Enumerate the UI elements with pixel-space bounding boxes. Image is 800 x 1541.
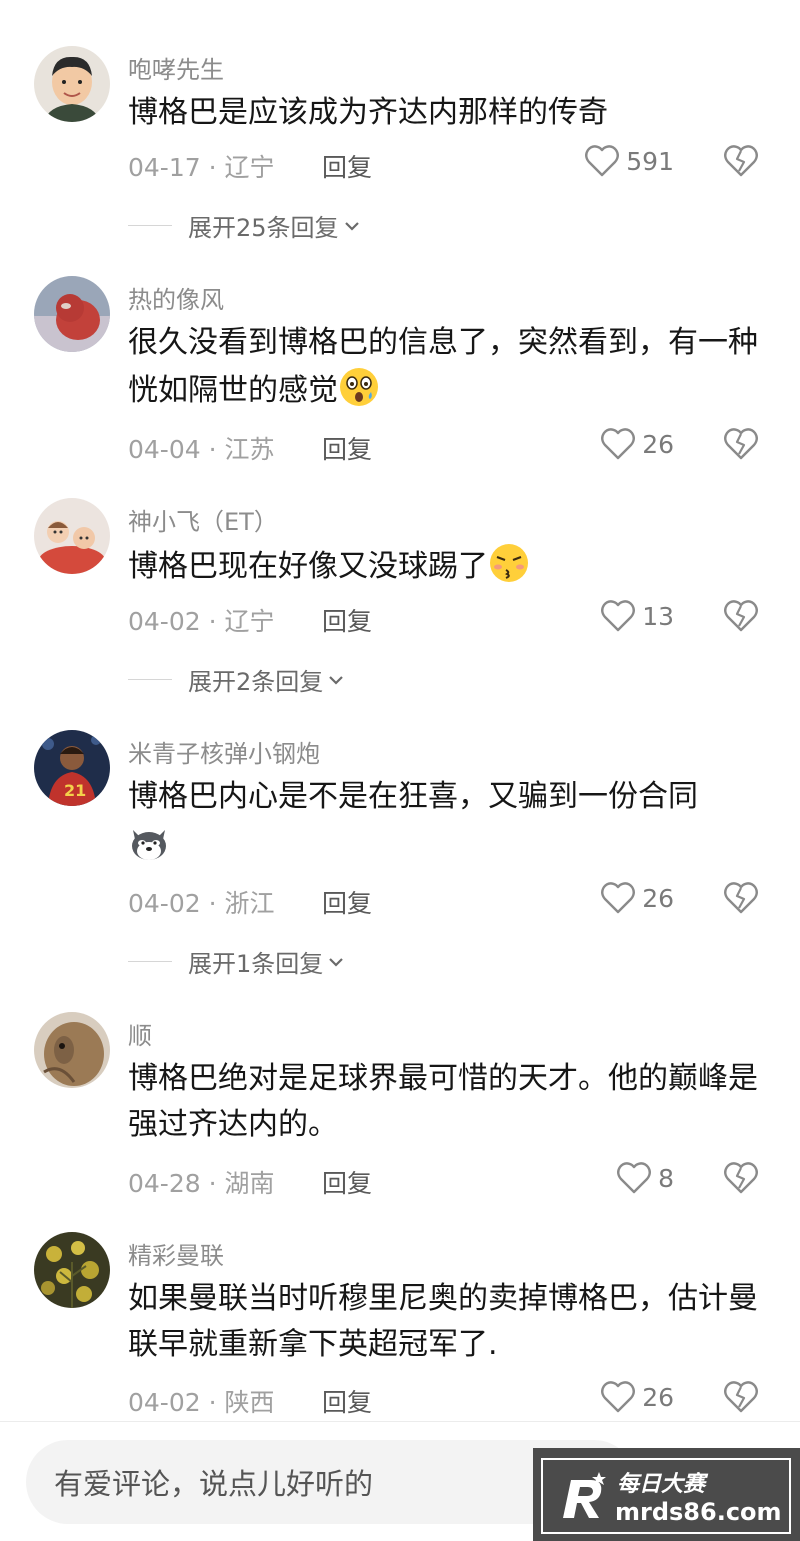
like-count: 591: [626, 146, 674, 176]
expand-replies-button[interactable]: 展开1条回复: [128, 944, 347, 979]
heart-outline-icon: [600, 881, 636, 915]
comment-username[interactable]: 咆哮先生: [128, 50, 224, 85]
comment-date: 04-02: [128, 889, 201, 918]
expand-replies-label: 展开1条回复: [188, 950, 324, 978]
avatar[interactable]: [34, 276, 110, 352]
reply-button[interactable]: 回复: [322, 1164, 372, 1200]
comment-meta: 04-17 · 辽宁: [128, 153, 275, 182]
comment-text-content: 博格巴内心是不是在狂喜，又骗到一份合同: [128, 779, 698, 814]
comment-region: 浙江: [224, 889, 275, 918]
broken-heart-icon[interactable]: [722, 1161, 760, 1195]
watermark-brand: 每日大赛: [617, 1472, 706, 1497]
reply-button[interactable]: 回复: [322, 1383, 372, 1419]
comment-text: 很久没看到博格巴的信息了，突然看到，有一种恍如隔世的感觉: [128, 320, 768, 414]
divider-line: [128, 225, 172, 226]
comment-text-content: 博格巴绝对是足球界最可惜的天才。他的巅峰是强过齐达内的。: [128, 1061, 758, 1142]
like-button[interactable]: 26: [600, 1380, 674, 1414]
heart-outline-icon: [584, 144, 620, 178]
broken-heart-icon[interactable]: [722, 1380, 760, 1414]
chevron-down-icon: [339, 215, 363, 237]
broken-heart-icon[interactable]: [722, 427, 760, 461]
expand-replies-label: 展开25条回复: [188, 214, 339, 242]
watermark-url: mrds86.com: [615, 1498, 782, 1526]
comment-input-placeholder: 有爱评论，说点儿好听的: [54, 1467, 374, 1501]
comment-text: 博格巴是应该成为齐达内那样的传奇: [128, 90, 768, 136]
divider-line: [128, 961, 172, 962]
comment-text: 博格巴绝对是足球界最可惜的天才。他的巅峰是强过齐达内的。: [128, 1056, 768, 1148]
astonished-tear-emoji-icon: [338, 366, 380, 408]
comment-date: 04-02: [128, 1388, 201, 1417]
heart-outline-icon: [616, 1161, 652, 1195]
comment-meta: 04-28 · 湖南: [128, 1169, 275, 1198]
comment-meta: 04-04 · 江苏: [128, 435, 275, 464]
like-count: 26: [642, 1382, 674, 1412]
watermark: 每日大赛 mrds86.com: [533, 1448, 800, 1541]
comment-meta: 04-02 · 浙江: [128, 889, 275, 918]
comment-region: 辽宁: [224, 607, 275, 636]
avatar[interactable]: [34, 1232, 110, 1308]
avatar[interactable]: [34, 46, 110, 122]
comment-username[interactable]: 热的像风: [128, 280, 224, 315]
avatar[interactable]: [34, 498, 110, 574]
comment-username[interactable]: 米青子核弹小钢炮: [128, 734, 320, 769]
heart-outline-icon: [600, 427, 636, 461]
broken-heart-icon[interactable]: [722, 599, 760, 633]
kissing-blush-emoji-icon: [488, 542, 530, 584]
comment-text: 博格巴现在好像又没球踢了: [128, 542, 768, 590]
comment-date: 04-17: [128, 153, 201, 182]
chevron-down-icon: [323, 951, 347, 973]
comment-region: 陕西: [224, 1388, 275, 1417]
comment-date: 04-02: [128, 607, 201, 636]
avatar[interactable]: [34, 1012, 110, 1088]
comment-region: 江苏: [224, 435, 275, 464]
like-button[interactable]: 26: [600, 427, 674, 461]
divider-line: [128, 679, 172, 680]
heart-outline-icon: [600, 599, 636, 633]
broken-heart-icon[interactable]: [722, 881, 760, 915]
comment-region: 湖南: [224, 1169, 275, 1198]
husky-dog-emoji-icon: [128, 822, 170, 864]
comment-date: 04-28: [128, 1169, 201, 1198]
like-button[interactable]: 8: [616, 1161, 674, 1195]
comment-text-content: 博格巴现在好像又没球踢了: [128, 549, 488, 584]
comment-username[interactable]: 神小飞（ET）: [128, 502, 278, 537]
comment-meta: 04-02 · 陕西: [128, 1388, 275, 1417]
comment-username[interactable]: 精彩曼联: [128, 1236, 224, 1271]
like-count: 26: [642, 429, 674, 459]
comment-text: 博格巴内心是不是在狂喜，又骗到一份合同: [128, 774, 768, 864]
reply-button[interactable]: 回复: [322, 430, 372, 466]
svg-text:21: 21: [64, 781, 86, 800]
comment-text-content: 很久没看到博格巴的信息了，突然看到，有一种恍如隔世的感觉: [128, 325, 758, 408]
like-count: 26: [642, 883, 674, 913]
like-button[interactable]: 591: [584, 144, 674, 178]
reply-button[interactable]: 回复: [322, 884, 372, 920]
watermark-frame: 每日大赛 mrds86.com: [541, 1458, 791, 1534]
expand-replies-label: 展开2条回复: [188, 668, 324, 696]
comment-date: 04-04: [128, 435, 201, 464]
avatar[interactable]: 21: [34, 730, 110, 806]
like-count: 8: [658, 1163, 674, 1193]
comment-username[interactable]: 顺: [128, 1016, 152, 1051]
comment-text-content: 如果曼联当时听穆里尼奥的卖掉博格巴，估计曼联早就重新拿下英超冠军了.: [128, 1281, 758, 1362]
comment-text-content: 博格巴是应该成为齐达内那样的传奇: [128, 95, 608, 130]
expand-replies-button[interactable]: 展开2条回复: [128, 662, 347, 697]
heart-outline-icon: [600, 1380, 636, 1414]
reply-button[interactable]: 回复: [322, 148, 372, 184]
chevron-down-icon: [323, 669, 347, 691]
reply-button[interactable]: 回复: [322, 602, 372, 638]
like-button[interactable]: 26: [600, 881, 674, 915]
expand-replies-button[interactable]: 展开25条回复: [128, 208, 363, 243]
comment-meta: 04-02 · 辽宁: [128, 607, 275, 636]
brand-logo-icon: [553, 1468, 611, 1526]
like-button[interactable]: 13: [600, 599, 674, 633]
comment-region: 辽宁: [224, 153, 275, 182]
like-count: 13: [642, 601, 674, 631]
broken-heart-icon[interactable]: [722, 144, 760, 178]
comment-text: 如果曼联当时听穆里尼奥的卖掉博格巴，估计曼联早就重新拿下英超冠军了.: [128, 1276, 768, 1368]
